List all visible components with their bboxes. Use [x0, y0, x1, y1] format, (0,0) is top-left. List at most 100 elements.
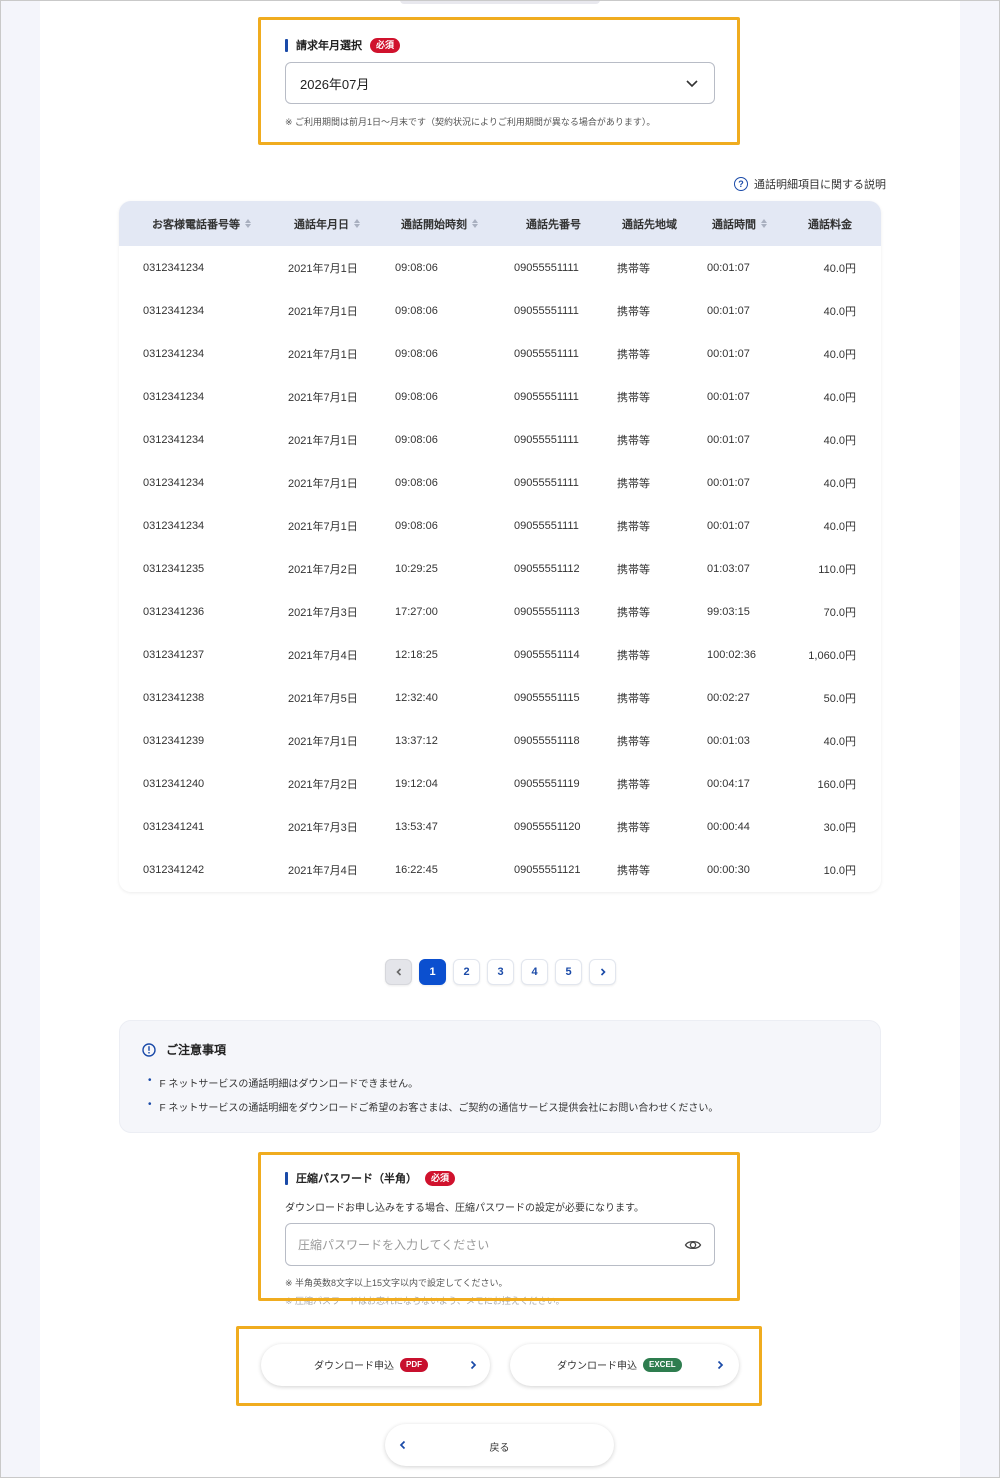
- back-button-label: 戻る: [489, 1443, 510, 1454]
- cell-phone: 0312341234: [143, 476, 205, 489]
- cell-dest-area: 携帯等: [617, 434, 650, 447]
- cell-start-time: 17:27:00: [395, 605, 438, 618]
- cell-date: 2021年7月1日: [288, 735, 358, 748]
- table-header: お客様電話番号等 通話年月日 通話開始時刻 通話先番号 通話先地域 通話時間 通…: [119, 201, 881, 246]
- download-excel-button[interactable]: ダウンロード申込 EXCEL: [510, 1344, 739, 1386]
- table-row: 0312341234 2021年7月1日 09:08:06 09055551111 携帯…: [119, 504, 881, 547]
- top-tab-edge: [400, 0, 600, 4]
- cell-phone: 0312341242: [143, 863, 205, 876]
- cell-start-time: 13:37:12: [395, 734, 438, 747]
- cell-phone: 0312341238: [143, 691, 205, 704]
- cell-date: 2021年7月1日: [288, 305, 358, 318]
- cell-dest-number: 09055551114: [514, 648, 580, 661]
- cell-dest-number: 09055551111: [514, 390, 579, 403]
- password-field[interactable]: [285, 1223, 715, 1266]
- cell-charge: 40.0円: [823, 434, 856, 447]
- billing-month-select[interactable]: 2026年07月: [285, 62, 715, 104]
- cell-phone: 0312341237: [143, 648, 205, 661]
- cell-dest-number: 09055551111: [514, 261, 579, 274]
- cell-phone: 0312341241: [143, 820, 205, 833]
- back-button[interactable]: 戻る: [385, 1424, 614, 1466]
- page-button-1[interactable]: 1: [419, 959, 446, 985]
- table-row: 0312341240 2021年7月2日 19:12:04 09055551119 携帯…: [119, 762, 881, 805]
- cell-phone: 0312341234: [143, 304, 205, 317]
- cell-duration: 00:01:07: [707, 519, 750, 532]
- cell-dest-number: 09055551115: [514, 691, 580, 704]
- prev-page-button[interactable]: [385, 959, 412, 985]
- table-row: 0312341234 2021年7月1日 09:08:06 09055551111 携帯…: [119, 461, 881, 504]
- cell-dest-number: 09055551112: [514, 562, 580, 575]
- eye-icon[interactable]: [684, 1236, 702, 1254]
- download-pdf-button[interactable]: ダウンロード申込 PDF: [261, 1344, 490, 1386]
- cell-duration: 00:00:44: [707, 820, 750, 833]
- cell-phone: 0312341240: [143, 777, 205, 790]
- table-row: 0312341235 2021年7月2日 10:29:25 09055551112 携帯…: [119, 547, 881, 590]
- page-button-2[interactable]: 2: [453, 959, 480, 985]
- cell-date: 2021年7月1日: [288, 348, 358, 361]
- cell-start-time: 10:29:25: [395, 562, 438, 575]
- cell-date: 2021年7月1日: [288, 520, 358, 533]
- cell-charge: 40.0円: [823, 477, 856, 490]
- cell-phone: 0312341234: [143, 261, 205, 274]
- help-link[interactable]: ? 通話明細項目に関する説明: [734, 176, 886, 192]
- password-input[interactable]: [298, 1237, 684, 1252]
- cell-dest-area: 携帯等: [617, 477, 650, 490]
- download-pdf-label: ダウンロード申込: [314, 1361, 394, 1372]
- page-button-5[interactable]: 5: [555, 959, 582, 985]
- header-dest-area-label: 通話先地域: [622, 218, 677, 231]
- bullet: •: [148, 1099, 152, 1110]
- header-dest-number: 通話先番号: [526, 201, 581, 246]
- header-start-time-label: 通話開始時刻: [401, 218, 467, 231]
- cell-phone: 0312341234: [143, 519, 205, 532]
- page-button-4[interactable]: 4: [521, 959, 548, 985]
- header-charge-label: 通話料金: [808, 218, 852, 231]
- cell-phone: 0312341234: [143, 433, 205, 446]
- cell-charge: 40.0円: [823, 735, 856, 748]
- cell-start-time: 13:53:47: [395, 820, 438, 833]
- billing-label: 請求年月選択 必須: [285, 37, 401, 53]
- header-date[interactable]: 通話年月日: [294, 201, 360, 246]
- header-date-label: 通話年月日: [294, 218, 349, 231]
- cell-duration: 100:02:36: [707, 648, 756, 661]
- cell-start-time: 12:32:40: [395, 691, 438, 704]
- cell-charge: 160.0円: [817, 778, 856, 791]
- header-phone[interactable]: お客様電話番号等: [152, 201, 251, 246]
- header-dest-number-label: 通話先番号: [526, 218, 581, 231]
- header-duration[interactable]: 通話時間: [712, 201, 767, 246]
- cell-start-time: 19:12:04: [395, 777, 438, 790]
- cell-date: 2021年7月4日: [288, 649, 358, 662]
- cell-duration: 00:01:07: [707, 390, 750, 403]
- cell-dest-area: 携帯等: [617, 520, 650, 533]
- billing-month-value: 2026年07月: [300, 76, 370, 92]
- required-badge: 必須: [425, 1170, 456, 1186]
- cell-date: 2021年7月3日: [288, 821, 358, 834]
- table-row: 0312341234 2021年7月1日 09:08:06 09055551111 携帯…: [119, 246, 881, 289]
- notice-title: ご注意事項: [142, 1041, 226, 1058]
- cell-duration: 00:01:07: [707, 304, 750, 317]
- cell-start-time: 09:08:06: [395, 347, 438, 360]
- cell-date: 2021年7月1日: [288, 477, 358, 490]
- cell-charge: 40.0円: [823, 305, 856, 318]
- header-start-time[interactable]: 通話開始時刻: [401, 201, 478, 246]
- cell-charge: 70.0円: [823, 606, 856, 619]
- cell-dest-area: 携帯等: [617, 262, 650, 275]
- table-row: 0312341234 2021年7月1日 09:08:06 09055551111 携帯…: [119, 289, 881, 332]
- page-button-3[interactable]: 3: [487, 959, 514, 985]
- info-icon: [142, 1042, 156, 1057]
- cell-phone: 0312341239: [143, 734, 205, 747]
- next-page-button[interactable]: [589, 959, 616, 985]
- chevron-right-icon: [470, 1360, 477, 1370]
- header-dest-area: 通話先地域: [622, 201, 677, 246]
- billing-label-text: 請求年月選択: [296, 40, 362, 52]
- call-detail-table: お客様電話番号等 通話年月日 通話開始時刻 通話先番号 通話先地域 通話時間 通…: [119, 201, 881, 892]
- cell-duration: 00:01:07: [707, 433, 750, 446]
- cell-start-time: 09:08:06: [395, 261, 438, 274]
- excel-tag: EXCEL: [643, 1357, 682, 1372]
- sort-icon: [761, 219, 767, 228]
- cell-start-time: 12:18:25: [395, 648, 438, 661]
- password-label-text: 圧縮パスワード（半角）: [296, 1173, 417, 1185]
- notice-item: • F ネットサービスの通話明細はダウンロードできません。: [148, 1075, 418, 1090]
- sort-icon: [245, 219, 251, 228]
- sort-icon: [472, 219, 478, 228]
- cell-dest-number: 09055551111: [514, 519, 579, 532]
